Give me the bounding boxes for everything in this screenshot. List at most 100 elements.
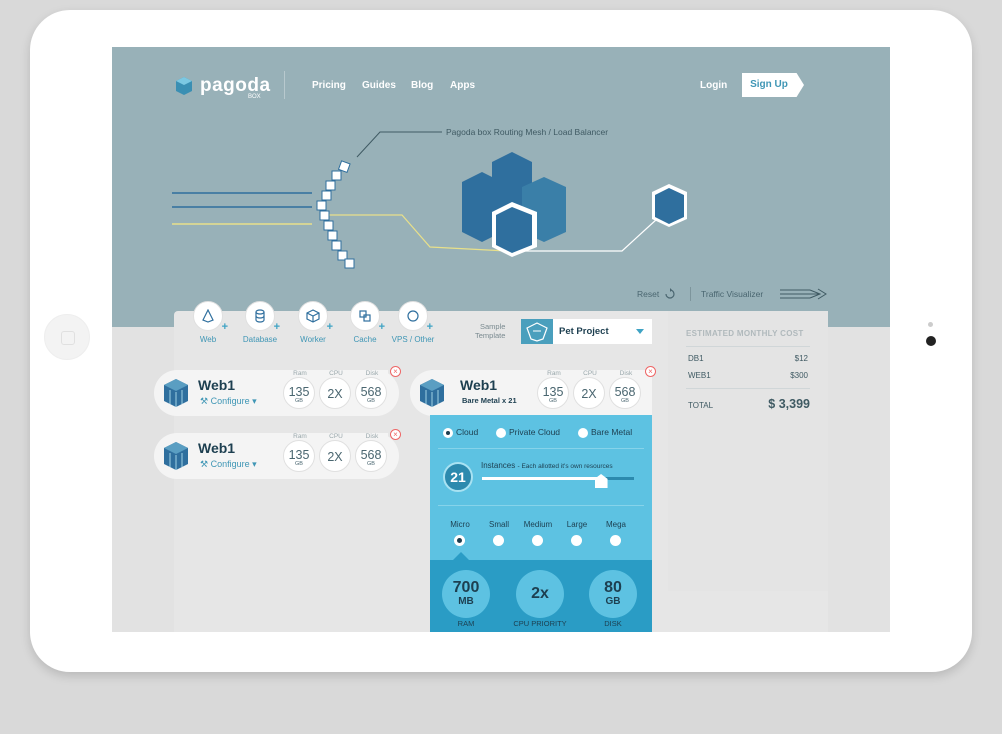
close-icon[interactable]: × [390, 366, 401, 377]
big-value: 2x [531, 585, 549, 602]
pet-icon [526, 322, 548, 342]
server-cube-icon [164, 379, 188, 407]
ram-stat: Ram 135 GB [283, 370, 316, 409]
selection-pointer [453, 552, 469, 560]
service-database-circle[interactable]: + [245, 301, 280, 333]
stat-value: 2X [581, 387, 597, 401]
size-small-radio[interactable] [493, 535, 504, 546]
add-icon[interactable]: + [274, 321, 280, 333]
service-web-circle[interactable]: + [193, 301, 228, 333]
card-title: Web1 [198, 377, 236, 393]
service-cache-circle[interactable]: + [350, 301, 385, 333]
stat-key: CPU [574, 370, 606, 377]
reset-icon[interactable] [664, 288, 676, 300]
server-cube-icon [164, 442, 188, 470]
screen: pagoda BOX Pricing Guides Blog Apps Logi… [112, 47, 890, 632]
server-card[interactable]: Web1 ⚒ Configure ▾ Ram 135 GB CPU 2X Disk 56… [154, 433, 399, 479]
disk-stat: Disk 568 GB [355, 433, 388, 472]
size-medium-radio[interactable] [532, 535, 543, 546]
big-unit: GB [605, 596, 621, 607]
add-icon[interactable]: + [327, 321, 333, 333]
size-micro-radio[interactable] [454, 535, 465, 546]
stat-value: 135 [542, 385, 564, 399]
stat-value: 568 [360, 385, 382, 399]
size-small-label: Small [488, 520, 509, 529]
service-vps[interactable]: + VPS / Other [385, 301, 441, 344]
add-icon[interactable]: + [427, 321, 433, 333]
hosting-bare-metal[interactable]: Bare Metal [578, 427, 632, 438]
radio-label: Cloud [456, 427, 479, 437]
service-database[interactable]: + Database [232, 301, 288, 344]
cpu-stat: CPU 2X [319, 433, 352, 472]
size-micro-label: Micro [450, 520, 470, 529]
disk-stat: Disk 568 GB [609, 370, 642, 409]
radio-icon[interactable] [496, 427, 506, 438]
stat-key: Disk [356, 433, 388, 440]
template-select[interactable]: Pet Project [521, 319, 652, 344]
stat-key: Disk [610, 370, 642, 377]
service-vps-circle[interactable]: + [398, 301, 433, 333]
chevron-down-icon[interactable] [636, 329, 644, 334]
close-icon[interactable]: × [390, 429, 401, 440]
card-title: Web1 [460, 377, 498, 393]
size-mega-radio[interactable] [610, 535, 621, 546]
slider-fill [482, 477, 601, 480]
vps-icon [407, 310, 419, 322]
close-icon[interactable]: × [645, 366, 656, 377]
stat-value: 2X [327, 387, 343, 401]
home-square-icon [61, 331, 75, 345]
estimate-row-value: $12 [794, 354, 808, 363]
sample-template-label: Sample Template [475, 322, 505, 340]
stat-value: 135 [288, 385, 310, 399]
stat-value: 2X [327, 450, 343, 464]
server-cluster [462, 152, 566, 257]
traffic-visualizer-icon[interactable] [780, 287, 828, 301]
service-web[interactable]: + Web [180, 301, 236, 344]
size-medium-label: Medium [523, 520, 553, 529]
ram-big: 700 MB [442, 570, 490, 618]
card-subtitle: Bare Metal x 21 [462, 396, 517, 405]
divider [438, 448, 644, 449]
big-unit: MB [458, 596, 474, 607]
instances-count: 21 [443, 462, 473, 492]
cpu-label: CPU PRIORITY [513, 619, 567, 628]
estimate-title: ESTIMATED MONTHLY COST [686, 329, 804, 338]
instances-label: Instances - Each allotted it's own resou… [481, 461, 613, 470]
server-card-expanded[interactable]: Web1 Bare Metal x 21 Ram 135 GB CPU 2X Disk… [410, 370, 652, 416]
configure-link[interactable]: ⚒ Configure ▾ [200, 459, 257, 470]
server-card[interactable]: Web1 ⚒ Configure ▾ Ram 135 GB CPU 2X Disk 56… [154, 370, 399, 416]
home-button[interactable] [44, 314, 90, 360]
radio-icon[interactable] [578, 427, 588, 438]
estimate-row-name: WEB1 [688, 371, 711, 380]
ram-stat: Ram 135 GB [537, 370, 570, 409]
divider [686, 346, 810, 347]
estimate-panel: ESTIMATED MONTHLY COST DB1 $12 WEB1 $300… [668, 311, 828, 591]
radio-label: Bare Metal [591, 427, 633, 437]
configure-label: Configure ▾ [210, 396, 257, 406]
configure-panel: Cloud Private Cloud Bare Metal 21 Instan… [430, 415, 652, 632]
worker-icon [306, 309, 320, 323]
reset-button[interactable]: Reset [637, 289, 659, 299]
traffic-visualizer-link[interactable]: Traffic Visualizer [701, 289, 763, 299]
service-label: Database [242, 335, 278, 344]
radio-icon[interactable] [443, 427, 453, 438]
instances-title: Instances [481, 461, 516, 470]
instances-slider[interactable] [482, 474, 634, 488]
template-thumb [521, 319, 553, 344]
stat-value: 135 [288, 448, 310, 462]
stat-value: 568 [360, 448, 382, 462]
service-worker[interactable]: + Worker [285, 301, 341, 344]
size-large-radio[interactable] [571, 535, 582, 546]
resource-summary: 700 MB 2x 80 GB RAM CPU PRIORITY DISK [430, 560, 652, 632]
service-label: VPS / Other [391, 335, 435, 344]
hosting-private-cloud[interactable]: Private Cloud [496, 427, 560, 438]
disk-label: DISK [604, 619, 622, 628]
configure-link[interactable]: ⚒ Configure ▾ [200, 396, 257, 407]
stat-key: Ram [538, 370, 570, 377]
service-worker-circle[interactable]: + [298, 301, 333, 333]
hosting-cloud[interactable]: Cloud [443, 427, 478, 438]
stat-key: CPU [320, 370, 352, 377]
service-label: Web [199, 335, 217, 344]
estimate-row-value: $300 [790, 371, 808, 380]
add-icon[interactable]: + [222, 321, 228, 333]
